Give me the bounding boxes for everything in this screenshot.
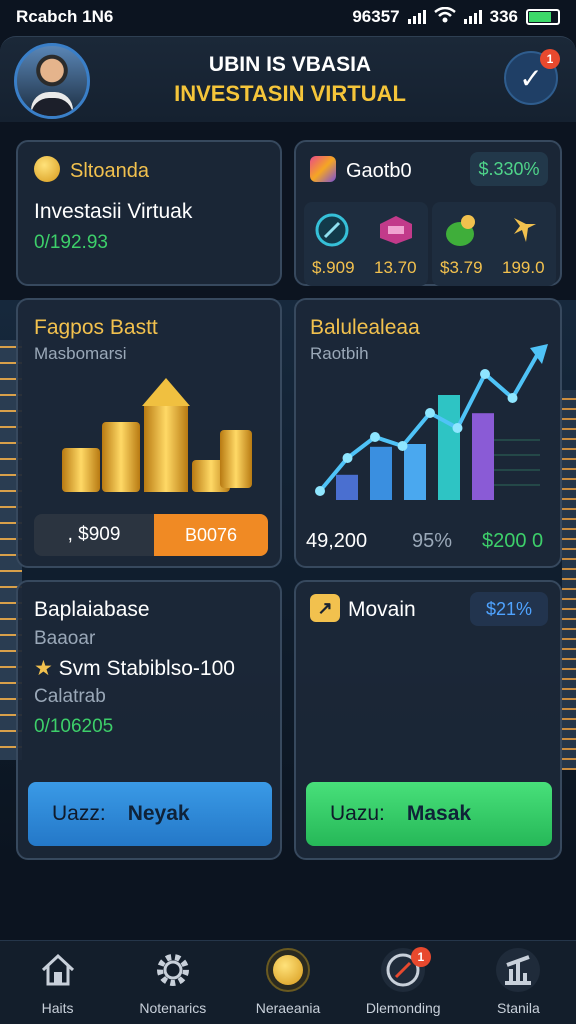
balance-card[interactable]: Baplaiabase Baaoar ★ Svm Stabiblso-100 C… xyxy=(16,580,282,860)
asset-group-right: $3.79 199.0 xyxy=(432,202,556,286)
gold-amount: , $909 xyxy=(34,514,154,556)
asset-value-2: 13.70 xyxy=(374,258,417,277)
star-icon: ★ xyxy=(34,657,59,680)
asset-value-4: 199.0 xyxy=(502,258,545,277)
masak-button-label: Masak xyxy=(406,802,472,825)
ticket-icon xyxy=(376,212,412,248)
neyak-button[interactable]: Uazz: Neyak xyxy=(28,782,272,846)
title-line-1: UBIN IS VBASIA xyxy=(208,53,372,76)
balance-line-4: Calatrab xyxy=(34,686,106,707)
neyak-button-prefix: Uazz: xyxy=(52,802,106,825)
chart-bar xyxy=(438,395,460,500)
money-bag-icon xyxy=(442,212,478,248)
masak-button[interactable]: Uazu: Masak xyxy=(306,782,552,846)
gold-coins-illustration xyxy=(62,378,252,492)
chart-card[interactable]: Balulealeaa Raotbih 49,200 95% $200 0 xyxy=(294,298,562,568)
stock-card-value: 0/192.93 xyxy=(34,232,108,253)
notification-badge: 1 xyxy=(540,49,560,69)
masak-button-prefix: Uazu: xyxy=(330,802,385,825)
chart-bar xyxy=(472,413,494,500)
chart-point xyxy=(315,486,325,496)
chart-point xyxy=(370,432,380,442)
nav-label-settings: Notenarics xyxy=(139,1000,207,1016)
assets-card-title: Gaotb0 xyxy=(346,160,412,182)
coin-icon xyxy=(266,948,310,992)
compass-icon xyxy=(314,212,350,248)
page-title: UBIN IS VBASIA INVESTASIN VIRTUAL xyxy=(130,53,450,107)
gear-icon xyxy=(151,948,195,992)
status-time: 96357 xyxy=(352,7,400,26)
chart-stat-3: $200 0 xyxy=(482,530,544,552)
wifi-icon xyxy=(433,6,456,28)
stock-card-title: Sltoanda xyxy=(70,160,149,182)
avatar[interactable] xyxy=(14,43,90,119)
nav-label-stats: Stanila xyxy=(497,1000,540,1016)
balance-value: 0/106205 xyxy=(34,716,114,737)
gold-change-badge: B0076 xyxy=(154,514,268,556)
chart-bar xyxy=(404,444,426,500)
chart-stat-1: 49,200 xyxy=(306,530,368,552)
assets-card[interactable]: Gaotb0 $.330% $.909 13.70 $3.79 199.0 xyxy=(294,140,562,286)
nav-item-coin[interactable]: Neraeania xyxy=(230,941,345,1024)
status-bar: Rcabch 1N6 96357 336 xyxy=(0,0,576,34)
asset-group-left: $.909 13.70 xyxy=(304,202,428,286)
signal-icon xyxy=(407,10,426,24)
title-line-2: INVESTASIN VIRTUAL xyxy=(174,81,406,106)
home-icon xyxy=(36,948,80,992)
chart-point xyxy=(397,441,408,451)
nav-label-explore: Dlemonding xyxy=(365,1000,441,1016)
nav-item-stats[interactable]: Stanila xyxy=(461,941,576,1024)
chart-point xyxy=(425,408,435,418)
balance-line-3: ★ Svm Stabiblso-100 xyxy=(34,657,235,680)
chart-icon xyxy=(496,948,541,992)
chart-point xyxy=(480,369,490,379)
chart-point xyxy=(507,393,518,403)
sparkle-icon xyxy=(506,212,542,248)
movain-card-title: Movain xyxy=(348,598,416,621)
app-grid-icon xyxy=(310,156,336,182)
neyak-button-label: Neyak xyxy=(127,802,190,825)
coin-icon xyxy=(34,156,60,182)
balance-card-title: Baplaiabase xyxy=(34,598,150,621)
gold-amount-bar[interactable]: , $909 B0076 xyxy=(34,514,268,556)
nav-label-home: Haits xyxy=(41,1000,74,1016)
nav-item-settings[interactable]: Notenarics xyxy=(115,941,230,1024)
chart-stat-2: 95% xyxy=(412,530,453,552)
asset-value-1: $.909 xyxy=(312,258,355,277)
movain-card[interactable]: ↗ Movain $21% Uazu: Masak xyxy=(294,580,562,860)
nav-item-explore[interactable]: 1 Dlemonding xyxy=(346,941,461,1024)
nav-label-coin: Neraeania xyxy=(255,1000,321,1016)
gold-card-title: Fagpos Bastt xyxy=(34,316,158,339)
app-header: UBIN IS VBASIA INVESTASIN VIRTUAL ✓ 1 xyxy=(0,36,576,122)
signal-icon-2 xyxy=(463,10,482,24)
stock-card-subtitle: Investasii Virtuak xyxy=(34,200,193,223)
checkmark-icon: ✓ xyxy=(519,62,543,94)
chart-bar xyxy=(336,474,358,500)
chart-point xyxy=(452,423,463,433)
nav-item-home[interactable]: Haits xyxy=(0,941,115,1024)
asset-value-3: $3.79 xyxy=(440,258,483,277)
nav-badge: 1 xyxy=(410,947,431,967)
battery-text: 336 xyxy=(489,7,518,26)
trend-icon: ↗ xyxy=(310,594,340,622)
bottom-nav: Haits Notenarics Neraeania 1 Dlemonding … xyxy=(0,940,576,1024)
movain-percent-badge: $21% xyxy=(470,592,548,626)
assets-percent-badge: $.330% xyxy=(470,152,548,186)
gold-card-subtitle: Masbomarsi xyxy=(34,344,127,363)
battery-icon xyxy=(526,9,560,25)
chart-point xyxy=(342,453,353,463)
gold-card[interactable]: Fagpos Bastt Masbomarsi , $909 B0076 xyxy=(16,298,282,568)
stock-card[interactable]: Sltoanda Investasii Virtuak 0/192.93 xyxy=(16,140,282,286)
carrier-text: Rcabch 1N6 xyxy=(16,7,114,26)
chart-bar xyxy=(370,446,392,500)
growth-chart xyxy=(315,344,548,500)
balance-line-2: Baaoar xyxy=(34,628,96,649)
